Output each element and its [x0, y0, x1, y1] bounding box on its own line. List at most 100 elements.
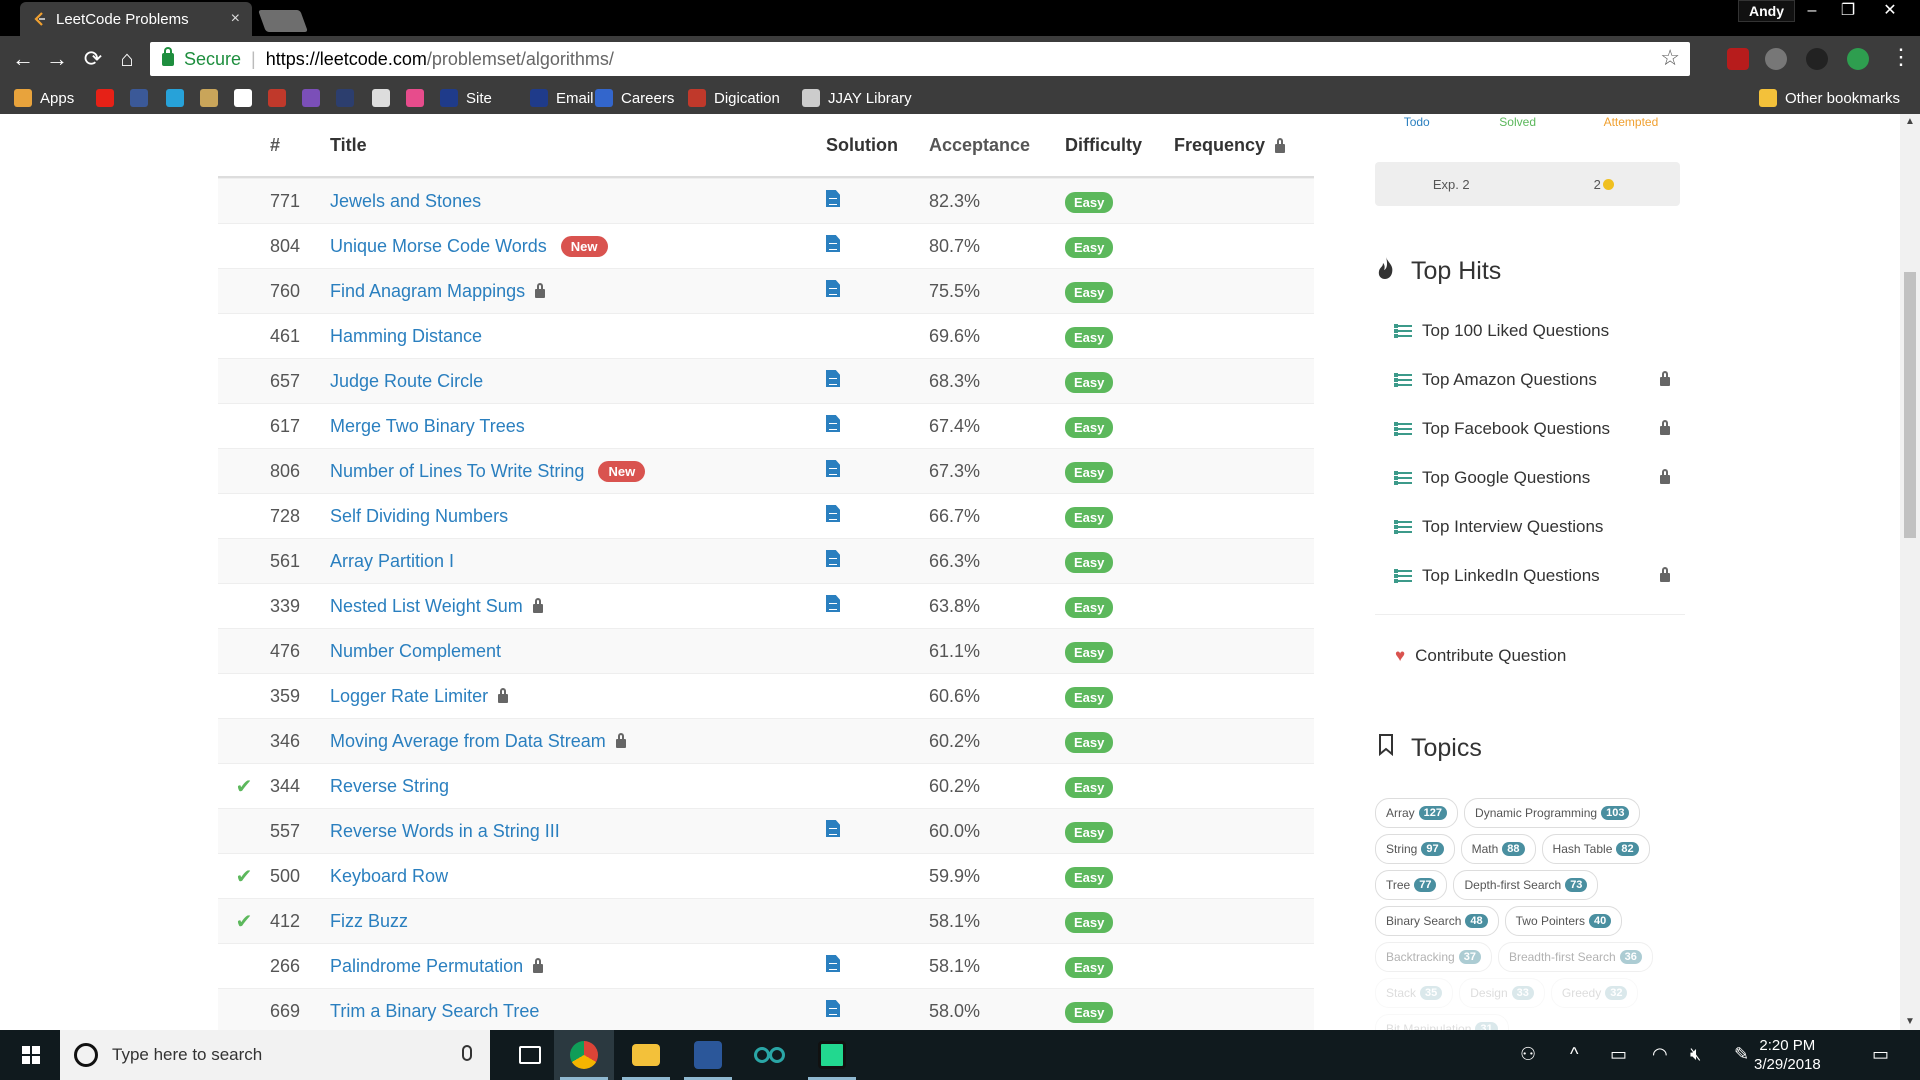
topic-tag[interactable]: Binary Search 48: [1375, 906, 1499, 936]
header-frequency[interactable]: Frequency: [1174, 135, 1314, 156]
profile-name[interactable]: Andy: [1738, 0, 1795, 22]
problem-title-link[interactable]: Reverse String: [330, 776, 449, 797]
reload-button[interactable]: ⟳: [78, 44, 108, 74]
bookmark-apple[interactable]: [268, 88, 286, 108]
solution-document-icon[interactable]: [826, 370, 840, 387]
solution-document-icon[interactable]: [826, 955, 840, 972]
bookmark-site[interactable]: Site: [440, 88, 492, 108]
people-icon[interactable]: ⚇: [1520, 1044, 1536, 1065]
scroll-up-arrow-icon[interactable]: ▲: [1905, 116, 1915, 127]
scroll-down-arrow-icon[interactable]: ▼: [1905, 1016, 1915, 1027]
problem-title-link[interactable]: Logger Rate Limiter: [330, 686, 488, 707]
scroll-thumb[interactable]: [1904, 272, 1916, 538]
solution-document-icon[interactable]: [826, 595, 840, 612]
problem-title-link[interactable]: Fizz Buzz: [330, 911, 408, 932]
topic-tag[interactable]: Breadth-first Search 36: [1497, 942, 1653, 972]
taskbar-word[interactable]: [678, 1030, 738, 1080]
topic-tag[interactable]: Array 127: [1375, 798, 1459, 828]
bookmark-digication[interactable]: Digication: [688, 88, 780, 108]
close-window-button[interactable]: ✕: [1868, 0, 1912, 22]
bookmark-careers[interactable]: Careers: [595, 88, 674, 108]
task-view-button[interactable]: [500, 1030, 560, 1080]
bookmark-apps[interactable]: Apps: [14, 88, 74, 108]
taskbar-clion[interactable]: [802, 1030, 862, 1080]
problem-title-link[interactable]: Number Complement: [330, 641, 501, 662]
problem-title-link[interactable]: Array Partition I: [330, 551, 454, 572]
bookmark-email[interactable]: Email: [530, 88, 594, 108]
bookmark-page[interactable]: [336, 88, 354, 108]
problem-title-link[interactable]: Unique Morse Code Words: [330, 236, 547, 257]
restore-button[interactable]: ❐: [1826, 0, 1870, 22]
solution-document-icon[interactable]: [826, 280, 840, 297]
problem-title-link[interactable]: Judge Route Circle: [330, 371, 483, 392]
topic-tag[interactable]: Bit Manipulation 31: [1375, 1014, 1509, 1030]
header-solution[interactable]: Solution: [826, 135, 929, 156]
page-scrollbar[interactable]: ▲ ▼: [1900, 114, 1920, 1030]
problem-title-link[interactable]: Moving Average from Data Stream: [330, 731, 606, 752]
address-bar[interactable]: Secure | https://leetcode.com/problemset…: [150, 42, 1690, 76]
volume-muted-icon[interactable]: 🔇︎: [1690, 1044, 1701, 1065]
battery-icon[interactable]: ▭: [1610, 1044, 1627, 1065]
topic-tag[interactable]: Stack 35: [1375, 978, 1454, 1008]
topic-tag[interactable]: Depth-first Search 73: [1453, 870, 1599, 900]
header-difficulty[interactable]: Difficulty: [1065, 135, 1174, 156]
tab-close-icon[interactable]: ×: [231, 10, 240, 28]
top-hit-item[interactable]: Top Facebook Questions: [1394, 404, 1670, 453]
header-title[interactable]: Title: [330, 135, 826, 156]
top-hit-item[interactable]: Top 100 Liked Questions: [1394, 306, 1670, 355]
bookmark-reddit[interactable]: [372, 88, 390, 108]
notifications-icon[interactable]: ▭: [1872, 1044, 1889, 1065]
solution-document-icon[interactable]: [826, 415, 840, 432]
problem-title-link[interactable]: Find Anagram Mappings: [330, 281, 525, 302]
header-num[interactable]: #: [270, 135, 330, 156]
pocket-extension-icon[interactable]: [1765, 48, 1787, 70]
show-hidden-icons-icon[interactable]: ^: [1570, 1044, 1578, 1065]
solution-document-icon[interactable]: [826, 820, 840, 837]
browser-menu-icon[interactable]: ⋮: [1890, 44, 1912, 70]
topic-tag[interactable]: Backtracking 37: [1375, 942, 1492, 972]
problem-title-link[interactable]: Trim a Binary Search Tree: [330, 1001, 539, 1022]
solution-document-icon[interactable]: [826, 190, 840, 207]
problem-title-link[interactable]: Hamming Distance: [330, 326, 482, 347]
topic-tag[interactable]: Design 33: [1459, 978, 1545, 1008]
bookmark-m[interactable]: [302, 88, 320, 108]
forward-button[interactable]: →: [42, 44, 72, 74]
solution-document-icon[interactable]: [826, 550, 840, 567]
problem-title-link[interactable]: Nested List Weight Sum: [330, 596, 523, 617]
ublock-extension-icon[interactable]: [1727, 48, 1749, 70]
solution-document-icon[interactable]: [826, 1000, 840, 1017]
bookmark-youtube[interactable]: [96, 88, 114, 108]
bookmark-bookmark[interactable]: [200, 88, 218, 108]
bookmark-other-bookmarks[interactable]: Other bookmarks: [1759, 88, 1900, 108]
green-extension-icon[interactable]: [1847, 48, 1869, 70]
taskbar-arduino[interactable]: [740, 1030, 800, 1080]
start-button[interactable]: [0, 1030, 60, 1080]
bookmark-r[interactable]: [234, 88, 252, 108]
bookmark-instagram[interactable]: [166, 88, 184, 108]
pen-icon[interactable]: ✎: [1734, 1044, 1749, 1065]
problem-title-link[interactable]: Jewels and Stones: [330, 191, 481, 212]
contribute-question-link[interactable]: ♥ Contribute Question: [1395, 646, 1566, 666]
topic-tag[interactable]: Math 88: [1460, 834, 1536, 864]
wifi-icon[interactable]: ◠: [1652, 1044, 1668, 1065]
top-hit-item[interactable]: Top Amazon Questions: [1394, 355, 1670, 404]
microphone-icon[interactable]: [462, 1045, 472, 1061]
solution-document-icon[interactable]: [826, 460, 840, 477]
solution-document-icon[interactable]: [826, 505, 840, 522]
system-clock[interactable]: 2:20 PM 3/29/2018: [1754, 1036, 1821, 1074]
problem-title-link[interactable]: Reverse Words in a String III: [330, 821, 560, 842]
topic-tag[interactable]: Tree 77: [1375, 870, 1448, 900]
taskbar-chrome[interactable]: [554, 1030, 614, 1080]
topic-tag[interactable]: String 97: [1375, 834, 1455, 864]
bookmark-circle[interactable]: [406, 88, 424, 108]
problem-title-link[interactable]: Palindrome Permutation: [330, 956, 523, 977]
problem-title-link[interactable]: Merge Two Binary Trees: [330, 416, 525, 437]
home-button[interactable]: ⌂: [112, 44, 142, 74]
header-acceptance[interactable]: Acceptance: [929, 135, 1065, 156]
bookmark-facebook[interactable]: [130, 88, 148, 108]
top-hit-item[interactable]: Top Google Questions: [1394, 453, 1670, 502]
taskbar-file-explorer[interactable]: [616, 1030, 676, 1080]
back-button[interactable]: ←: [8, 44, 38, 74]
topic-tag[interactable]: Two Pointers 40: [1504, 906, 1623, 936]
browser-tab[interactable]: LeetCode Problems ×: [20, 2, 252, 36]
